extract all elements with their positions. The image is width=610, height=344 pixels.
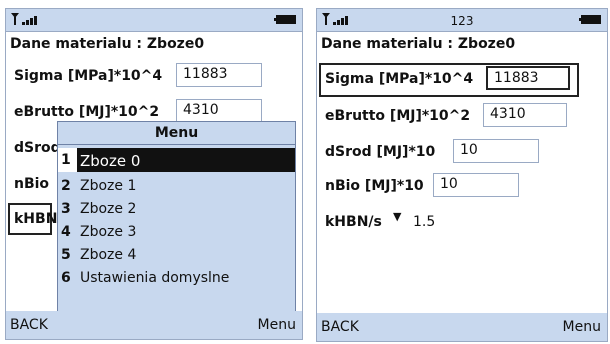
field-nbio: nBio [MJ]*10 10 [317,171,607,203]
battery-icon [579,15,601,24]
menu-item-zboze-3[interactable]: 4 Zboze 3 [58,220,295,244]
title-bar: Dane materialu : Zboze0 [317,31,607,58]
menu-softkey[interactable]: Menu [563,319,601,335]
nbio-input[interactable]: 10 [433,173,519,197]
field-label: kHBN/s [325,214,382,230]
menu-softkey[interactable]: Menu [258,317,296,333]
field-label: eBrutto [MJ]*10^2 [325,108,471,124]
menu-item-label: Zboze 4 [80,247,137,263]
menu-item-number: 3 [61,201,71,217]
menu-item-default-settings[interactable]: 6 Ustawienia domyslne [58,266,295,290]
ebrutto-input[interactable]: 4310 [176,99,262,123]
menu-item-label: Zboze 3 [80,224,137,240]
menu-item-zboze-0[interactable]: 1 Zboze 0 [58,148,295,172]
field-label: nBio [MJ]*10 [325,178,424,194]
back-softkey[interactable]: BACK [10,317,48,333]
field-sigma[interactable]: Sigma [MPa]*10^4 11883 [319,63,579,97]
menu-item-label: Ustawienia domyslne [80,270,230,286]
menu-item-zboze-1[interactable]: 2 Zboze 1 [58,174,295,198]
status-bar [6,9,302,31]
menu-item-number: 5 [61,247,71,263]
menu-item-zboze-4[interactable]: 5 Zboze 4 [58,243,295,267]
input-mode-indicator: 123 [450,14,474,28]
menu-item-number: 6 [61,270,71,286]
title-bar: Dane materialu : Zboze0 [6,31,302,58]
sigma-input[interactable]: 11883 [176,63,262,87]
down-arrow-icon[interactable]: ▼ [393,210,401,223]
phone-screen-right: 123 Dane materialu : Zboze0 Sigma [MPa]*… [316,8,608,342]
menu-item-zboze-2[interactable]: 3 Zboze 2 [58,197,295,221]
field-khbn: kHBN/s ▼ 1.5 [317,207,607,239]
sigma-input[interactable]: 11883 [486,66,570,90]
field-dsrod: dSrod [MJ]*10 10 [317,137,607,169]
back-softkey[interactable]: BACK [321,319,359,335]
dsrod-input[interactable]: 10 [453,139,539,163]
field-label: nBio [14,176,50,192]
field-label: dSrod [MJ]*10 [325,144,436,160]
status-bar: 123 [317,9,607,31]
signal-strength-icon [11,13,37,25]
field-label: dSrod [14,140,61,156]
khbn-value[interactable]: 1.5 [413,214,435,230]
menu-item-label: Zboze 0 [80,152,141,170]
menu-item-number: 2 [61,178,71,194]
battery-icon [274,15,296,24]
field-sigma: Sigma [MPa]*10^4 11883 [6,61,302,93]
form: Sigma [MPa]*10^4 11883 eBrutto [MJ]*10^2… [317,57,607,313]
softkey-bar: BACK Menu [6,311,302,339]
options-menu: Menu 1 Zboze 0 2 Zboze 1 3 Zboze 2 4 Zbo… [57,121,296,313]
field-label: Sigma [MPa]*10^4 [325,71,474,87]
screen-title: Dane materialu : Zboze0 [10,36,205,52]
screen-title: Dane materialu : Zboze0 [321,36,516,52]
softkey-bar: BACK Menu [317,313,607,341]
phone-screen-left: Dane materialu : Zboze0 Sigma [MPa]*10^4… [5,8,303,340]
field-label: Sigma [MPa]*10^4 [14,68,163,84]
field-ebrutto: eBrutto [MJ]*10^2 4310 [317,101,607,133]
field-label: kHBN [14,211,58,227]
menu-title: Menu [58,122,295,145]
menu-item-number: 1 [58,148,77,172]
menu-item-number: 4 [61,224,71,240]
field-label: eBrutto [MJ]*10^2 [14,104,160,120]
ebrutto-input[interactable]: 4310 [483,103,567,127]
menu-item-label: Zboze 1 [80,178,137,194]
menu-item-label: Zboze 2 [80,201,137,217]
field-khbn[interactable]: kHBN [8,203,57,235]
